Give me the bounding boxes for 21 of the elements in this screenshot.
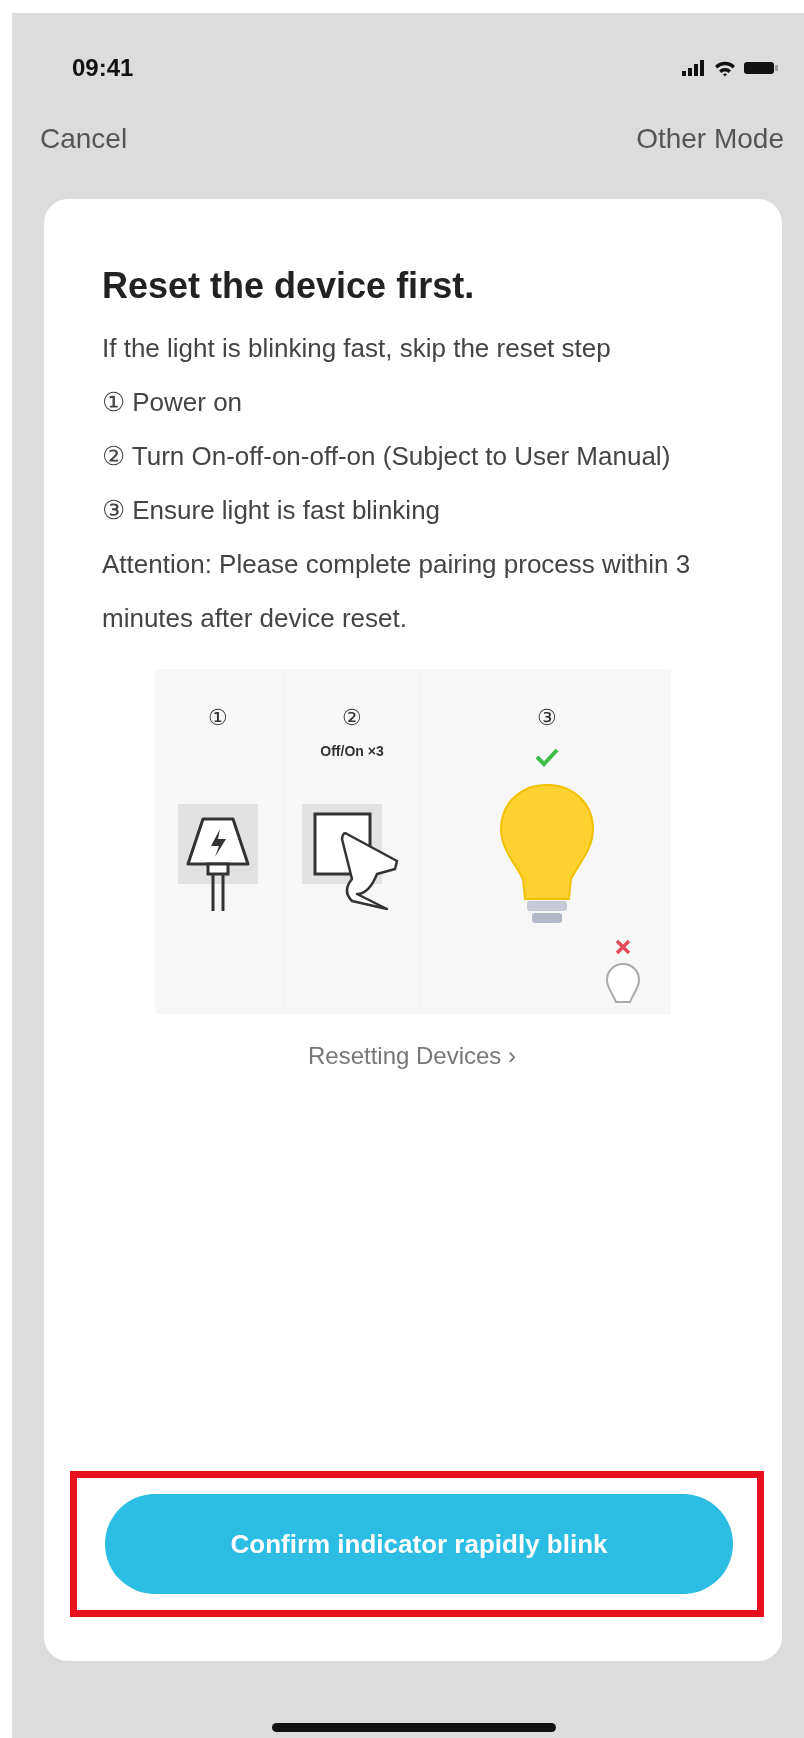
signal-icon: [682, 60, 706, 76]
step-caption: Off/On ×3: [320, 743, 384, 761]
instruction-text: ③ Ensure light is fast blinking: [102, 494, 442, 527]
other-mode-button[interactable]: Other Mode: [636, 121, 784, 157]
resetting-devices-link[interactable]: Resetting Devices ›: [307, 1042, 517, 1070]
step-number: ③: [537, 705, 557, 731]
card-title: Reset the device first.: [102, 265, 476, 307]
unlit-bulb-icon: [605, 962, 641, 1006]
step-number: ②: [342, 705, 362, 731]
check-icon: [534, 747, 560, 767]
cancel-button[interactable]: Cancel: [40, 121, 128, 157]
status-time: 09:41: [72, 54, 134, 82]
instruction-text: ① Power on: [102, 386, 244, 419]
instruction-text: ② Turn On-off-on-off-on (Subject to User Manual): [102, 440, 672, 473]
wifi-icon: [714, 59, 736, 77]
instruction-text: If the light is blinking fast, skip the reset step: [102, 332, 612, 365]
instruction-text: Attention: Please complete pairing process within 3 minutes after device reset.: [102, 548, 692, 635]
battery-icon: [744, 60, 778, 76]
lit-bulb-icon: [499, 783, 595, 925]
step-number: ①: [208, 705, 228, 731]
cross-icon: [614, 938, 632, 956]
